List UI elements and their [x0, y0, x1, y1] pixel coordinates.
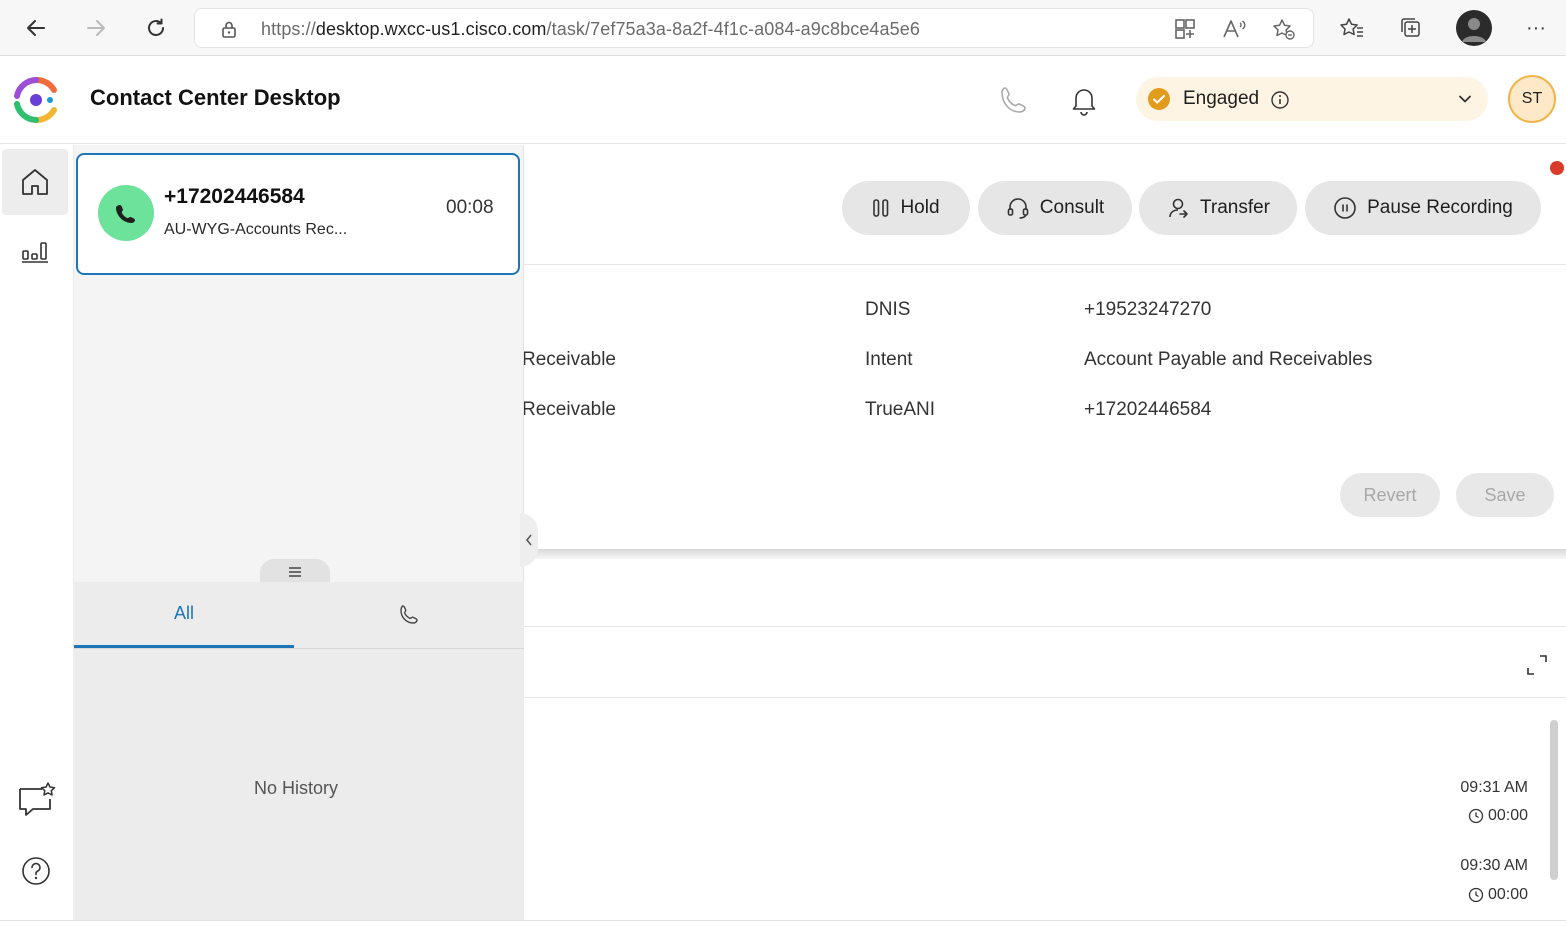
history-time: 09:30 AM: [1460, 857, 1528, 874]
window-bottom-edge: [0, 920, 1566, 927]
history-section: All No History: [74, 582, 524, 920]
tab-all[interactable]: All: [74, 582, 294, 648]
clock-icon: [1468, 808, 1484, 824]
favorites-icon[interactable]: [1336, 12, 1368, 44]
tab-calls[interactable]: [294, 582, 524, 648]
chevron-down-icon: [1458, 92, 1472, 106]
history-duration: 00:00: [1388, 807, 1528, 825]
app-title: Contact Center Desktop: [90, 85, 341, 110]
app-grid-icon[interactable]: [1173, 17, 1197, 41]
no-history-text: No History: [253, 778, 338, 798]
task-card[interactable]: +17202446584 AU-WYG-Accounts Rec... 00:0…: [76, 153, 520, 275]
clock-icon: [1468, 887, 1484, 903]
transfer-user-icon: [1169, 198, 1188, 218]
pause-icon: [873, 199, 889, 217]
phone-tab-icon: [400, 605, 418, 624]
chevron-left-icon: [526, 534, 532, 546]
refresh-icon[interactable]: [140, 12, 172, 44]
task-timer: 00:08: [446, 197, 494, 218]
task-queue-name: AU-WYG-Accounts Rec...: [164, 221, 348, 238]
cad-value-trueani: +17202446584: [1084, 399, 1212, 420]
notification-dot: [1550, 161, 1564, 175]
call-icon: [98, 185, 154, 241]
agent-state-label: Engaged: [1183, 88, 1260, 109]
browser-toolbar: https://desktop.wxcc-us1.cisco.com/task/…: [0, 0, 1566, 56]
back-arrow-icon[interactable]: [20, 12, 52, 44]
headset-icon: [1007, 198, 1029, 219]
cad-left-value-intent: Receivable: [524, 349, 616, 370]
section-divider: [524, 626, 1566, 627]
main-panel: Hold Consult Transfer Pause Recording DN…: [520, 145, 1566, 920]
collections-icon[interactable]: [1396, 12, 1428, 44]
webex-logo-icon: [12, 76, 60, 124]
save-button[interactable]: Save: [1456, 473, 1554, 517]
check-circle-icon: [1148, 88, 1170, 110]
cad-panel-edge: [524, 549, 1566, 559]
section-divider: [524, 697, 1566, 698]
history-time: 09:31 AM: [1460, 779, 1528, 796]
cad-left-clip-2: Receivable: [524, 399, 664, 425]
task-list-panel: +17202446584 AU-WYG-Accounts Rec... 00:0…: [74, 145, 524, 920]
bell-icon[interactable]: [1066, 82, 1102, 118]
cad-left-clip-1: Receivable: [524, 349, 664, 375]
cad-key-intent: Intent: [865, 349, 913, 370]
pause-circle-icon: [1334, 197, 1356, 219]
app-header: Contact Center Desktop Engaged ST: [0, 56, 1566, 144]
call-controls-bar: Hold Consult Transfer Pause Recording: [524, 153, 1566, 265]
add-favorite-icon[interactable]: [1271, 17, 1297, 41]
transfer-button[interactable]: Transfer: [1139, 181, 1297, 235]
read-aloud-icon[interactable]: [1221, 17, 1247, 41]
pause-recording-button[interactable]: Pause Recording: [1305, 181, 1541, 235]
info-icon[interactable]: [1270, 90, 1290, 110]
revert-button[interactable]: Revert: [1340, 473, 1440, 517]
help-icon[interactable]: [18, 853, 54, 889]
user-avatar[interactable]: ST: [1508, 75, 1556, 123]
cad-key-trueani: TrueANI: [865, 399, 936, 420]
scrollbar[interactable]: [1550, 720, 1558, 880]
tab-divider: [74, 648, 524, 649]
cad-left-value-trueani: Receivable: [524, 399, 616, 420]
history-duration: 00:00: [1388, 886, 1528, 904]
hold-button[interactable]: Hold: [842, 181, 970, 235]
home-icon[interactable]: [2, 149, 68, 215]
more-menu-icon[interactable]: ···: [1520, 12, 1552, 44]
forward-arrow-icon[interactable]: [80, 12, 112, 44]
url-text: https://desktop.wxcc-us1.cisco.com/task/…: [261, 19, 920, 39]
lock-icon[interactable]: [219, 19, 239, 39]
task-phone-number: +17202446584: [164, 185, 305, 208]
feedback-icon[interactable]: [14, 779, 58, 819]
agent-state-dropdown[interactable]: Engaged: [1136, 77, 1488, 121]
nav-rail: [0, 145, 74, 920]
expand-icon[interactable]: [1522, 650, 1552, 680]
cad-value-dnis: +19523247270: [1084, 299, 1212, 320]
cad-key-dnis: DNIS: [865, 299, 911, 320]
phone-icon[interactable]: [996, 82, 1032, 118]
profile-avatar[interactable]: [1456, 10, 1492, 46]
cad-value-intent: Account Payable and Receivables: [1084, 349, 1373, 370]
consult-button[interactable]: Consult: [978, 181, 1132, 235]
stats-icon[interactable]: [10, 233, 60, 269]
address-bar[interactable]: https://desktop.wxcc-us1.cisco.com/task/…: [194, 8, 1314, 48]
